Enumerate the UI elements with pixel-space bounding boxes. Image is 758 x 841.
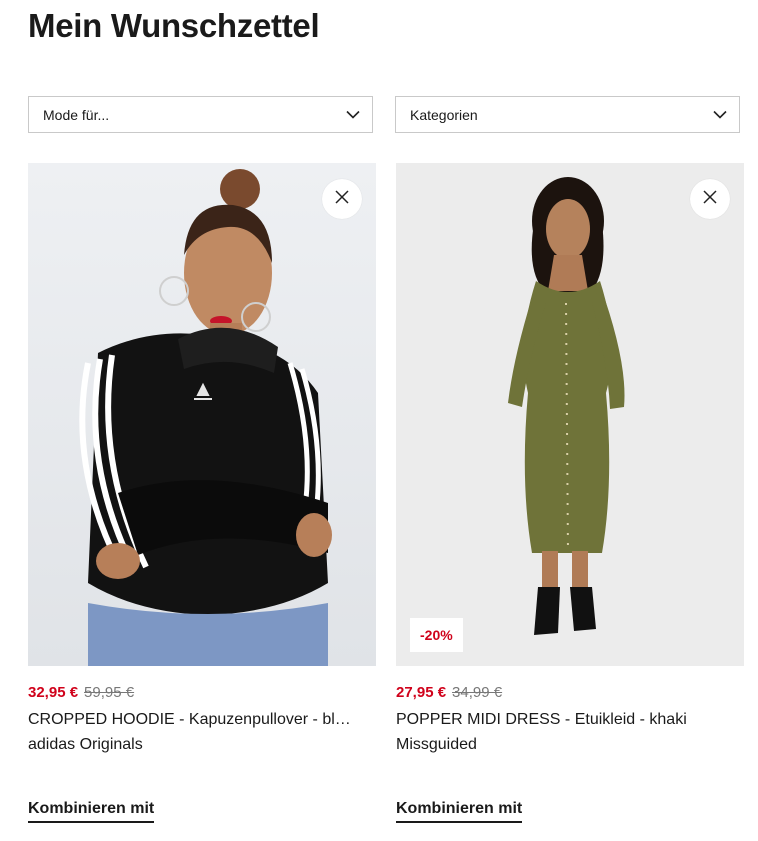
product-name[interactable]: CROPPED HOODIE - Kapuzenpullover - bl… bbox=[28, 710, 374, 730]
combine-with-link[interactable]: Kombinieren mit bbox=[28, 800, 155, 823]
price-block: 32,95 € 59,95 € bbox=[28, 684, 376, 702]
filter-gender-label: Mode für... bbox=[43, 106, 110, 123]
product-brand[interactable]: Missguided bbox=[396, 735, 744, 755]
remove-from-wishlist-button[interactable] bbox=[322, 179, 362, 219]
discount-badge: -20% bbox=[410, 618, 463, 652]
product-brand[interactable]: adidas Originals bbox=[28, 735, 376, 755]
product-card: 32,95 € 59,95 € CROPPED HOODIE - Kapuzenp… bbox=[28, 163, 376, 755]
price-block: 27,95 € 34,99 € bbox=[396, 684, 744, 702]
price-original: 34,99 € bbox=[452, 684, 503, 701]
chevron-down-icon bbox=[346, 108, 360, 122]
close-icon bbox=[335, 189, 349, 209]
combine-with-link[interactable]: Kombinieren mit bbox=[396, 800, 523, 823]
filter-gender-select[interactable]: Mode für... bbox=[28, 96, 373, 133]
product-card: -20% 27,95 € 34,99 € POPPER MIDI DRESS - … bbox=[396, 163, 744, 755]
product-image[interactable]: -20% bbox=[396, 163, 744, 666]
filter-category-label: Kategorien bbox=[410, 106, 478, 123]
price-current: 27,95 € bbox=[396, 684, 447, 701]
remove-from-wishlist-button[interactable] bbox=[690, 179, 730, 219]
product-name[interactable]: POPPER MIDI DRESS - Etuikleid - khaki bbox=[396, 710, 742, 730]
price-current: 32,95 € bbox=[28, 684, 79, 701]
product-image[interactable] bbox=[28, 163, 376, 666]
page-title: Mein Wunschzettel bbox=[28, 7, 320, 44]
filter-category-select[interactable]: Kategorien bbox=[395, 96, 740, 133]
close-icon bbox=[703, 189, 717, 209]
price-original: 59,95 € bbox=[84, 684, 135, 701]
chevron-down-icon bbox=[713, 108, 727, 122]
